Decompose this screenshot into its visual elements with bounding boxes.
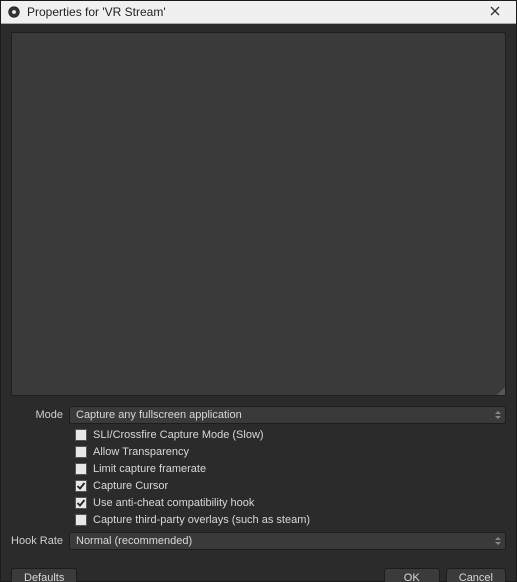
checkbox-transparency[interactable]: Allow Transparency: [11, 446, 506, 458]
checkbox-anticheat[interactable]: Use anti-cheat compatibility hook: [11, 497, 506, 509]
preview-area: [11, 32, 506, 396]
app-icon: [7, 5, 21, 19]
checkbox-label: Capture third-party overlays (such as st…: [93, 514, 310, 526]
checkbox-box: [75, 446, 87, 458]
row-mode: Mode Capture any fullscreen application: [11, 406, 506, 424]
checkbox-label: Allow Transparency: [93, 446, 189, 458]
dialog-footer: Defaults OK Cancel: [11, 550, 506, 582]
titlebar: Properties for 'VR Stream': [1, 1, 516, 24]
checkbox-label: Use anti-cheat compatibility hook: [93, 497, 254, 509]
checkbox-box: [75, 463, 87, 475]
titlebar-left: Properties for 'VR Stream': [7, 5, 166, 19]
checkbox-sli[interactable]: SLI/Crossfire Capture Mode (Slow): [11, 429, 506, 441]
checkbox-box: [75, 480, 87, 492]
hook-rate-select[interactable]: Normal (recommended): [69, 532, 506, 550]
checkbox-label: Limit capture framerate: [93, 463, 206, 475]
mode-select[interactable]: Capture any fullscreen application: [69, 406, 506, 424]
mode-select-value: Capture any fullscreen application: [76, 409, 242, 421]
checkbox-label: Capture Cursor: [93, 480, 168, 492]
checkbox-overlays[interactable]: Capture third-party overlays (such as st…: [11, 514, 506, 526]
checkbox-box: [75, 497, 87, 509]
hook-rate-label: Hook Rate: [11, 535, 69, 547]
defaults-button[interactable]: Defaults: [11, 568, 77, 582]
mode-label: Mode: [11, 409, 69, 421]
window-title: Properties for 'VR Stream': [27, 5, 166, 19]
chevron-updown-icon: [495, 537, 501, 545]
ok-button[interactable]: OK: [384, 568, 440, 582]
checkbox-box: [75, 429, 87, 441]
properties-window: Properties for 'VR Stream' Mode Capture …: [0, 0, 517, 582]
checkbox-box: [75, 514, 87, 526]
row-hook-rate: Hook Rate Normal (recommended): [11, 532, 506, 550]
close-button[interactable]: [480, 1, 510, 23]
checkbox-limit-fps[interactable]: Limit capture framerate: [11, 463, 506, 475]
chevron-updown-icon: [495, 411, 501, 419]
hook-rate-select-value: Normal (recommended): [76, 535, 192, 547]
right-buttons: OK Cancel: [384, 568, 506, 582]
cancel-button[interactable]: Cancel: [446, 568, 506, 582]
close-icon: [490, 6, 500, 19]
dialog-body: Mode Capture any fullscreen application …: [1, 24, 516, 582]
checkbox-label: SLI/Crossfire Capture Mode (Slow): [93, 429, 264, 441]
checkbox-cursor[interactable]: Capture Cursor: [11, 480, 506, 492]
